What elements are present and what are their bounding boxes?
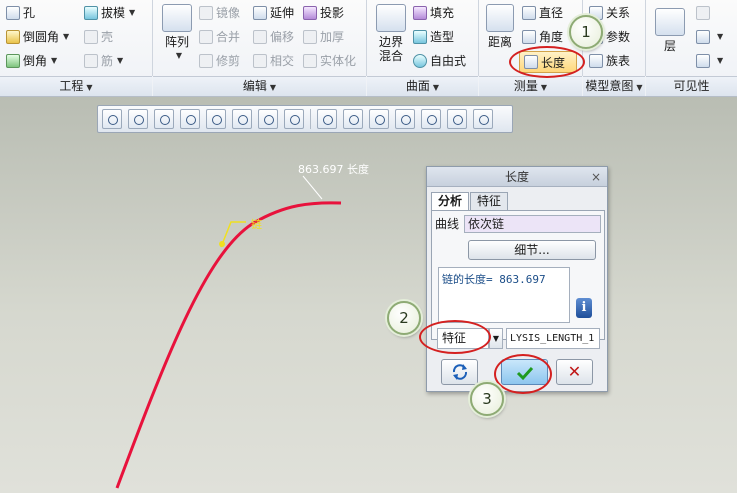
chevron-down-icon[interactable]: ▼ xyxy=(489,328,503,349)
curve-label: 曲线 xyxy=(435,217,460,231)
dialog-tabs: 分析 特征 xyxy=(431,192,509,211)
callout-step-2: 2 xyxy=(387,301,421,335)
close-icon: ✕ xyxy=(567,362,582,381)
chain-marker-dot xyxy=(219,241,225,247)
result-textbox: 链的长度= 863.697 xyxy=(438,267,570,323)
cancel-button[interactable]: ✕ xyxy=(556,359,593,385)
highlight-oval-ok xyxy=(494,354,552,394)
highlight-oval-length xyxy=(509,46,585,78)
dialog-titlebar[interactable]: 长度 × xyxy=(427,167,607,187)
callout-step-1: 1 xyxy=(569,15,603,49)
tab-feature[interactable]: 特征 xyxy=(470,192,509,210)
chain-label: 链 xyxy=(251,218,262,231)
repeat-icon xyxy=(452,364,467,380)
leader-line xyxy=(302,175,323,200)
measure-value-label: 863.697 长度 xyxy=(298,163,369,176)
measured-curve[interactable] xyxy=(115,201,342,489)
highlight-oval-mode xyxy=(419,320,491,354)
curve-collector-field[interactable]: 依次链 xyxy=(464,215,601,233)
callout-step-3: 3 xyxy=(470,382,504,416)
repeat-button[interactable] xyxy=(441,359,478,385)
feature-name-input[interactable]: LYSIS_LENGTH_1 xyxy=(506,328,600,349)
details-button[interactable]: 细节... xyxy=(468,240,596,260)
curve-svg xyxy=(115,175,342,489)
close-icon[interactable]: × xyxy=(591,167,601,187)
tab-analysis[interactable]: 分析 xyxy=(431,192,470,211)
info-icon[interactable]: i xyxy=(576,298,592,318)
